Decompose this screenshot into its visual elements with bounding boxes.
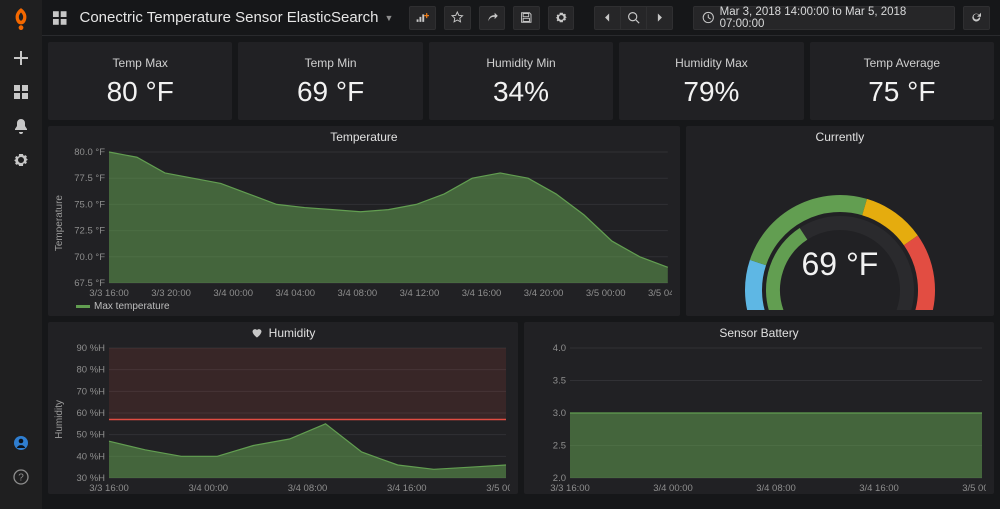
save-button[interactable] xyxy=(513,6,540,30)
svg-text:90 %H: 90 %H xyxy=(76,344,105,354)
stat-label: Temp Max xyxy=(113,56,168,70)
svg-text:3/4 12:00: 3/4 12:00 xyxy=(400,288,440,299)
stat-value: 69 °F xyxy=(297,76,364,108)
y-axis-label: Temperature xyxy=(52,195,67,251)
dashboards-icon[interactable] xyxy=(13,84,29,100)
svg-text:3/4 04:00: 3/4 04:00 xyxy=(275,288,315,299)
battery-panel[interactable]: Sensor Battery 4.03.53.02.52.03/3 16:003… xyxy=(524,322,994,494)
svg-text:4.0: 4.0 xyxy=(553,344,566,354)
stat-temp-min[interactable]: Temp Min 69 °F xyxy=(238,42,422,120)
stat-label: Temp Min xyxy=(305,56,357,70)
svg-text:72.5 °F: 72.5 °F xyxy=(74,226,105,237)
time-forward-button[interactable] xyxy=(646,6,673,30)
time-nav-group xyxy=(594,6,673,30)
stat-label: Humidity Min xyxy=(486,56,555,70)
y-axis-label: Humidity xyxy=(52,400,67,439)
svg-text:3/5 00:00: 3/5 00:00 xyxy=(962,483,986,494)
chart-legend: Max temperature xyxy=(48,299,680,316)
svg-text:3/3 16:00: 3/3 16:00 xyxy=(89,483,129,494)
svg-text:70 %H: 70 %H xyxy=(76,386,105,397)
stat-value: 34% xyxy=(493,76,549,108)
temperature-panel[interactable]: Temperature Temperature 80.0 °F 77.5 °F 75… xyxy=(48,126,680,316)
stat-humidity-max[interactable]: Humidity Max 79% xyxy=(619,42,803,120)
add-panel-button[interactable] xyxy=(409,6,436,30)
svg-text:3/5 00:00: 3/5 00:00 xyxy=(586,288,626,299)
time-back-button[interactable] xyxy=(594,6,620,30)
battery-chart: 4.03.53.02.52.03/3 16:003/4 00:003/4 08:… xyxy=(528,344,986,494)
grafana-logo[interactable] xyxy=(8,6,34,32)
legend-swatch xyxy=(76,305,90,308)
dashboards-icon[interactable] xyxy=(52,10,67,26)
svg-text:3/3 16:00: 3/3 16:00 xyxy=(550,483,590,494)
svg-text:3/5 00:00: 3/5 00:00 xyxy=(486,483,510,494)
top-bar: Conectric Temperature Sensor ElasticSear… xyxy=(42,0,1000,36)
panel-title: Sensor Battery xyxy=(524,322,994,342)
gauge-value: 69 °F xyxy=(801,246,878,283)
panel-title: Humidity xyxy=(48,322,518,342)
svg-text:3/3 16:00: 3/3 16:00 xyxy=(89,288,129,299)
star-button[interactable] xyxy=(444,6,471,30)
svg-text:60 %H: 60 %H xyxy=(76,408,105,419)
svg-text:80.0 °F: 80.0 °F xyxy=(74,148,105,158)
svg-text:3.0: 3.0 xyxy=(553,408,566,419)
legend-label: Max temperature xyxy=(94,301,170,312)
svg-text:?: ? xyxy=(18,473,24,484)
refresh-button[interactable] xyxy=(963,6,990,30)
svg-text:3/4 16:00: 3/4 16:00 xyxy=(462,288,502,299)
gauge-chart xyxy=(710,150,970,310)
user-icon[interactable] xyxy=(13,435,29,451)
heart-icon xyxy=(251,327,263,339)
humidity-chart: 90 %H80 %H70 %H60 %H50 %H40 %H30 %H3/3 1… xyxy=(67,344,510,494)
svg-text:40 %H: 40 %H xyxy=(76,451,105,462)
stat-value: 80 °F xyxy=(107,76,174,108)
stat-value: 79% xyxy=(683,76,739,108)
time-range-text: Mar 3, 2018 14:00:00 to Mar 5, 2018 07:0… xyxy=(720,6,947,30)
panel-title: Currently xyxy=(816,126,865,146)
svg-text:3/4 00:00: 3/4 00:00 xyxy=(213,288,253,299)
svg-text:3/4 00:00: 3/4 00:00 xyxy=(188,483,228,494)
alert-icon[interactable] xyxy=(13,118,29,134)
svg-text:70.0 °F: 70.0 °F xyxy=(74,252,105,263)
stat-temp-max[interactable]: Temp Max 80 °F xyxy=(48,42,232,120)
chevron-down-icon: ▼ xyxy=(385,13,394,23)
panel-title: Temperature xyxy=(48,126,680,146)
svg-text:3/4 16:00: 3/4 16:00 xyxy=(387,483,427,494)
svg-text:50 %H: 50 %H xyxy=(76,430,105,441)
dashboard-title-text: Conectric Temperature Sensor ElasticSear… xyxy=(79,9,378,26)
time-range-button[interactable]: Mar 3, 2018 14:00:00 to Mar 5, 2018 07:0… xyxy=(693,6,955,30)
stat-humidity-min[interactable]: Humidity Min 34% xyxy=(429,42,613,120)
stat-row: Temp Max 80 °F Temp Min 69 °F Humidity M… xyxy=(48,42,994,120)
currently-gauge-panel[interactable]: Currently 69 °F xyxy=(686,126,994,316)
svg-text:77.5 °F: 77.5 °F xyxy=(74,173,105,184)
svg-text:3/4 16:00: 3/4 16:00 xyxy=(859,483,899,494)
svg-text:3/4 20:00: 3/4 20:00 xyxy=(524,288,564,299)
side-nav: ? xyxy=(0,0,42,509)
svg-text:3/3 20:00: 3/3 20:00 xyxy=(151,288,191,299)
stat-label: Temp Average xyxy=(864,56,941,70)
svg-text:75.0 °F: 75.0 °F xyxy=(74,199,105,210)
zoom-out-button[interactable] xyxy=(620,6,646,30)
help-icon[interactable]: ? xyxy=(13,469,29,485)
stat-label: Humidity Max xyxy=(675,56,748,70)
stat-value: 75 °F xyxy=(868,76,935,108)
dashboard-title[interactable]: Conectric Temperature Sensor ElasticSear… xyxy=(79,9,393,26)
svg-text:2.5: 2.5 xyxy=(553,441,566,452)
svg-text:3/4 08:00: 3/4 08:00 xyxy=(338,288,378,299)
stat-temp-average[interactable]: Temp Average 75 °F xyxy=(810,42,994,120)
humidity-panel[interactable]: Humidity Humidity 90 %H 80 %H 70 %H 60 %H 50… xyxy=(48,322,518,494)
svg-text:3/4 08:00: 3/4 08:00 xyxy=(288,483,328,494)
settings-button[interactable] xyxy=(548,6,575,30)
svg-text:3.5: 3.5 xyxy=(553,376,566,387)
share-button[interactable] xyxy=(479,6,506,30)
svg-text:3/5 04:00: 3/5 04:00 xyxy=(648,288,672,299)
svg-text:3/4 00:00: 3/4 00:00 xyxy=(653,483,693,494)
settings-gear-icon[interactable] xyxy=(13,152,29,168)
svg-text:3/4 08:00: 3/4 08:00 xyxy=(756,483,796,494)
temperature-chart: 80.0 °F77.5 °F75.0 °F72.5 °F70.0 °F67.5 … xyxy=(67,148,672,299)
add-icon[interactable] xyxy=(13,50,29,66)
svg-text:80 %H: 80 %H xyxy=(76,365,105,376)
